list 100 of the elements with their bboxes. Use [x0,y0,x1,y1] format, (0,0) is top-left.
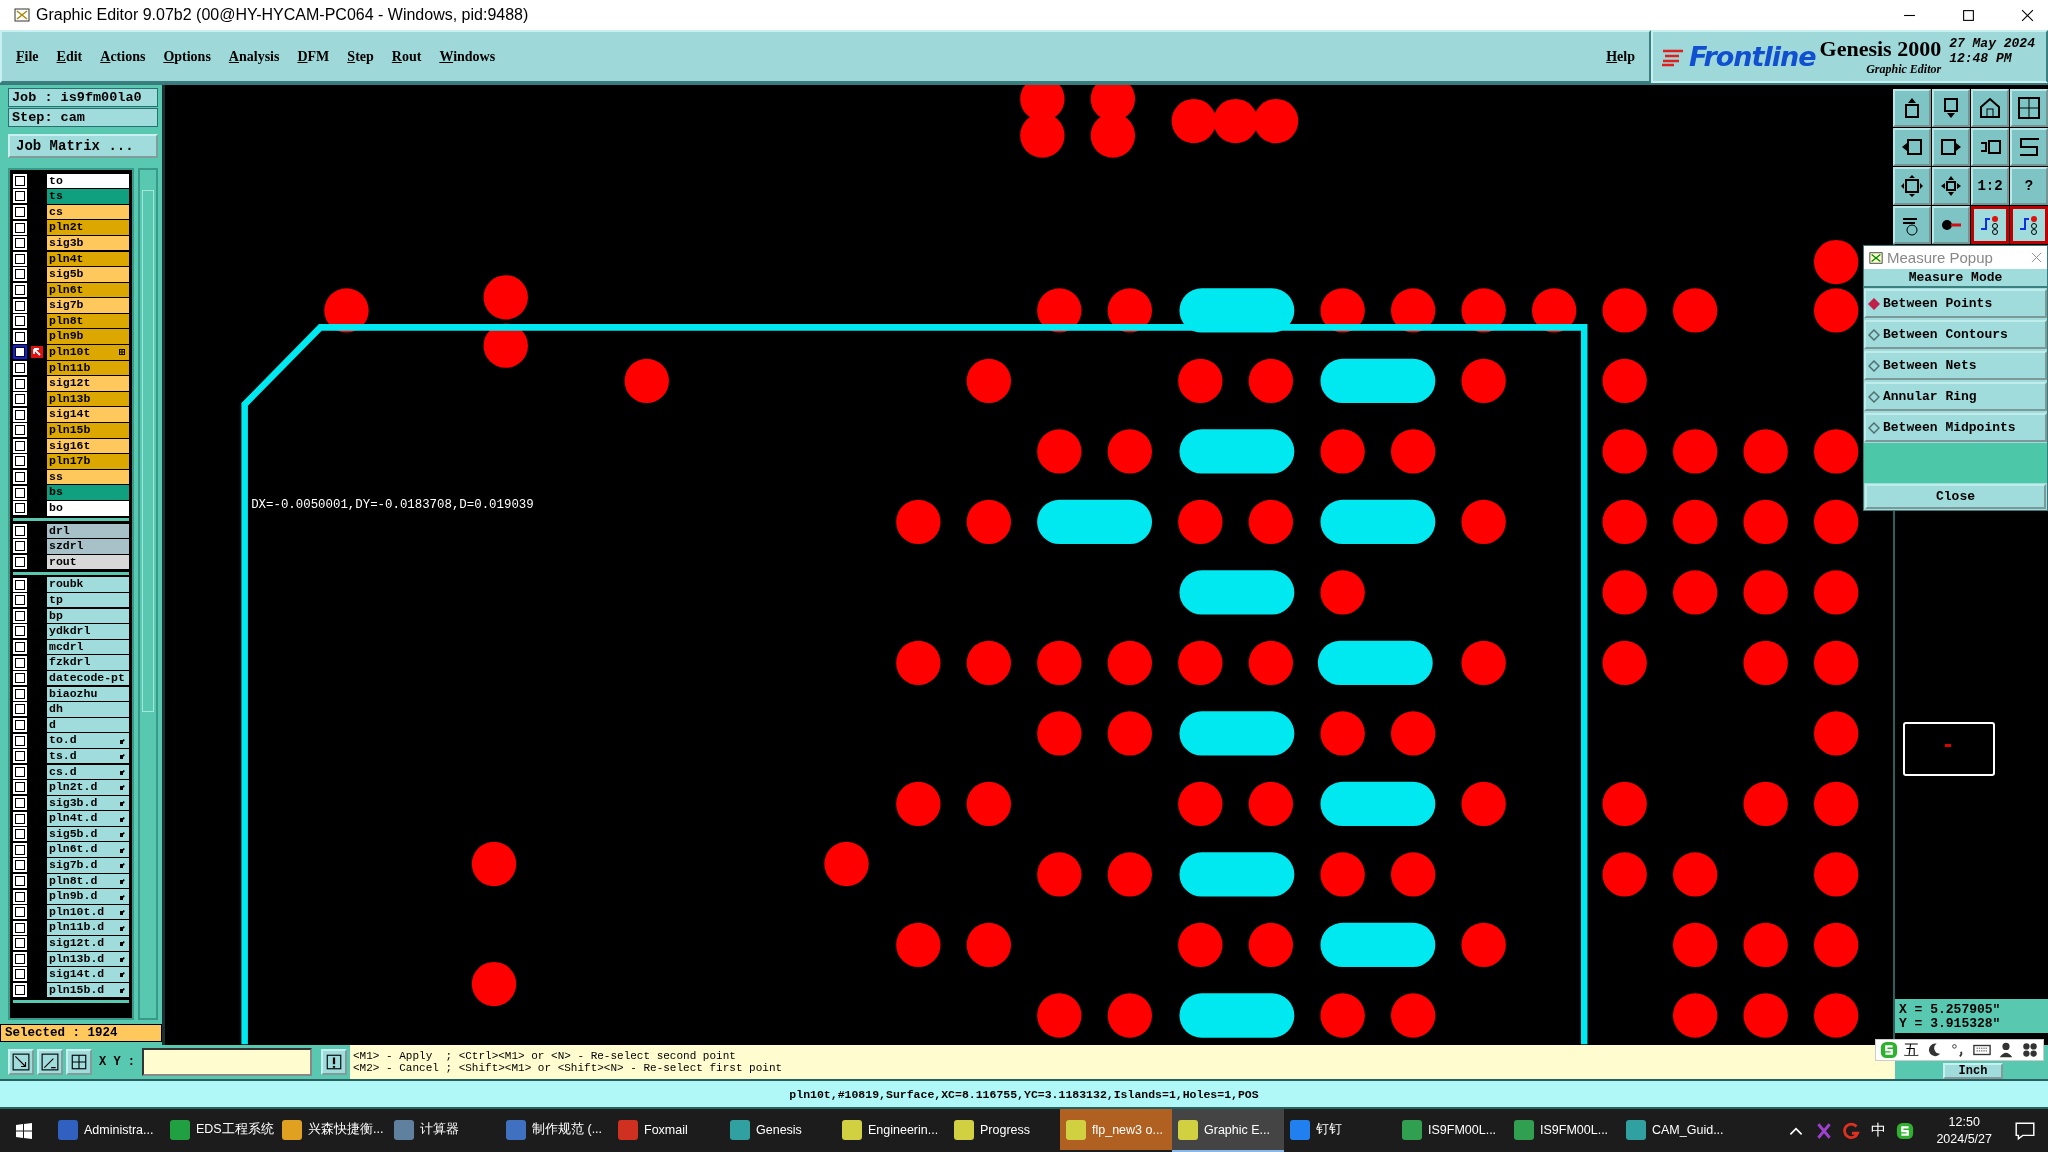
layer-name[interactable]: sig3b [47,235,129,251]
layer-name[interactable]: pln8t.d [47,873,129,889]
layer-name[interactable]: to [47,173,129,189]
user-icon[interactable] [1997,1041,2015,1059]
layer-name[interactable]: sig5b [47,267,129,282]
close-icon[interactable] [2021,8,2034,22]
xy-input-field[interactable] [142,1048,312,1076]
menu-item[interactable]: DFM [297,48,330,65]
minimap[interactable] [1903,722,1995,776]
layer-name[interactable]: sig12t [47,376,129,391]
layer-name[interactable]: pln4t.d [47,811,129,826]
swirl-icon[interactable] [1843,1121,1862,1140]
taskbar-item[interactable]: 钉钉 [1284,1109,1396,1152]
mode-option[interactable]: Between Nets [1864,351,2047,380]
taskbar-item[interactable]: 兴森快捷衡... [276,1109,388,1152]
layer-name[interactable]: sig7b.d [47,858,129,873]
toolbar-button[interactable]: ? [2010,167,2048,205]
taskbar-item[interactable]: Genesis [724,1109,836,1152]
menu-item[interactable]: Help [1606,48,1635,65]
tool-button[interactable] [37,1049,63,1075]
layer-name[interactable]: pln2t.d [47,780,129,795]
layer-name[interactable]: szdrl [47,539,129,554]
layer-name[interactable]: sig5b.d [47,826,129,842]
ime-mode[interactable]: 五 [1904,1040,1919,1060]
layer-name[interactable]: sig7b [47,298,129,313]
layer-name[interactable]: pln13b.d [47,951,129,967]
mode-option[interactable]: Between Midpoints [1864,413,2047,442]
warning-button[interactable] [321,1049,347,1075]
layer-checkbox[interactable] [13,345,27,360]
layer-name[interactable]: datecode-pt [47,670,129,686]
layer-name[interactable]: pln9b.d [47,889,129,904]
layer-name[interactable]: pln6t [47,282,129,298]
layer-name[interactable]: pln4t [47,251,129,266]
layer-name[interactable]: roubk [47,577,129,592]
layer-name[interactable]: pln6t.d [47,842,129,857]
taskbar-item[interactable]: 计算器 [388,1109,500,1152]
layer-name[interactable]: bs [47,485,129,500]
layer-name[interactable]: pln13b [47,391,129,407]
taskbar-item[interactable]: Graphic E... [1172,1109,1284,1152]
taskbar-item[interactable]: Administra... [52,1109,164,1152]
layer-name[interactable]: pln10t [47,345,129,360]
layer-name[interactable]: pln9b [47,329,129,344]
taskbar-item[interactable]: Engineerin... [836,1109,948,1152]
windows-start-icon[interactable] [16,1122,32,1139]
apps-icon[interactable] [2021,1041,2039,1059]
menu-item[interactable]: Windows [439,48,496,65]
taskbar-item[interactable]: EDS工程系统 [164,1109,276,1152]
menu-item[interactable]: Actions [100,48,146,65]
layer-name[interactable]: pln15b [47,423,129,438]
taskbar-item[interactable]: CAM_Guid... [1620,1109,1732,1152]
menu-item[interactable]: Edit [56,48,83,65]
taskbar-item[interactable]: Foxmail [612,1109,724,1152]
layer-name[interactable]: rout [47,554,129,570]
menu-item[interactable]: Step [347,48,374,65]
taskbar-item[interactable]: 制作规范 (... [500,1109,612,1152]
layer-name[interactable]: bp [47,608,129,624]
toolbar-button[interactable]: 1:2 [1971,167,2009,205]
layer-name[interactable]: d [47,717,129,733]
layer-name[interactable]: pln15b.d [47,982,129,998]
layer-name[interactable]: mcdrl [47,639,129,655]
clock[interactable]: 12:50 2024/5/27 [1936,1113,1992,1148]
maximize-icon[interactable] [1962,8,1975,22]
layer-name[interactable]: ts [47,189,129,204]
layer-name[interactable]: ts.d [47,748,129,764]
layer-name[interactable]: cs [47,204,129,220]
layer-name[interactable]: pln17b [47,454,129,469]
layer-name[interactable]: to.d [47,733,129,748]
layer-name[interactable]: fzkdrl [47,655,129,670]
menu-item[interactable]: Rout [391,48,422,65]
tool-button[interactable] [66,1049,92,1075]
layer-name[interactable]: tp [47,593,129,608]
layer-name[interactable]: sig3b.d [47,795,129,811]
mode-option[interactable]: Between Contours [1864,320,2047,349]
layer-name[interactable]: pln2t [47,220,129,235]
layer-name[interactable]: sig16t [47,438,129,454]
ime-logo-icon[interactable] [1896,1121,1915,1140]
taskbar-item[interactable]: IS9FM00L... [1396,1109,1508,1152]
scrollbar[interactable] [138,168,158,1020]
mode-option[interactable]: Between Points [1864,289,2047,318]
layer-name[interactable]: ydkdrl [47,624,129,639]
layer-name[interactable]: dh [47,702,129,717]
menu-item[interactable]: Analysis [228,48,280,65]
layer-name[interactable]: pln10t.d [47,904,129,920]
layer-name[interactable]: sig14t.d [47,967,129,982]
taskbar-item[interactable]: IS9FM00L... [1508,1109,1620,1152]
job-matrix-button[interactable]: Job Matrix ... [8,134,158,158]
layer-name[interactable]: ss [47,469,129,485]
menu-item[interactable]: Options [163,48,211,65]
layer-name[interactable]: sig14t [47,407,129,422]
menu-item[interactable]: File [16,48,39,65]
layer-name[interactable]: pln8t [47,313,129,329]
tool-button[interactable] [8,1049,34,1075]
layer-name[interactable]: biaozhu [47,686,129,702]
close-button[interactable]: Close [1865,484,2046,509]
layer-name[interactable]: drl [47,523,129,539]
language-indicator[interactable]: 中 [1871,1121,1887,1140]
units-button[interactable]: Inch [1942,1063,2004,1079]
layer-name[interactable]: sig12t.d [47,936,129,951]
layer-name[interactable]: bo [47,501,129,516]
layer-name[interactable]: pln11b [47,360,129,376]
